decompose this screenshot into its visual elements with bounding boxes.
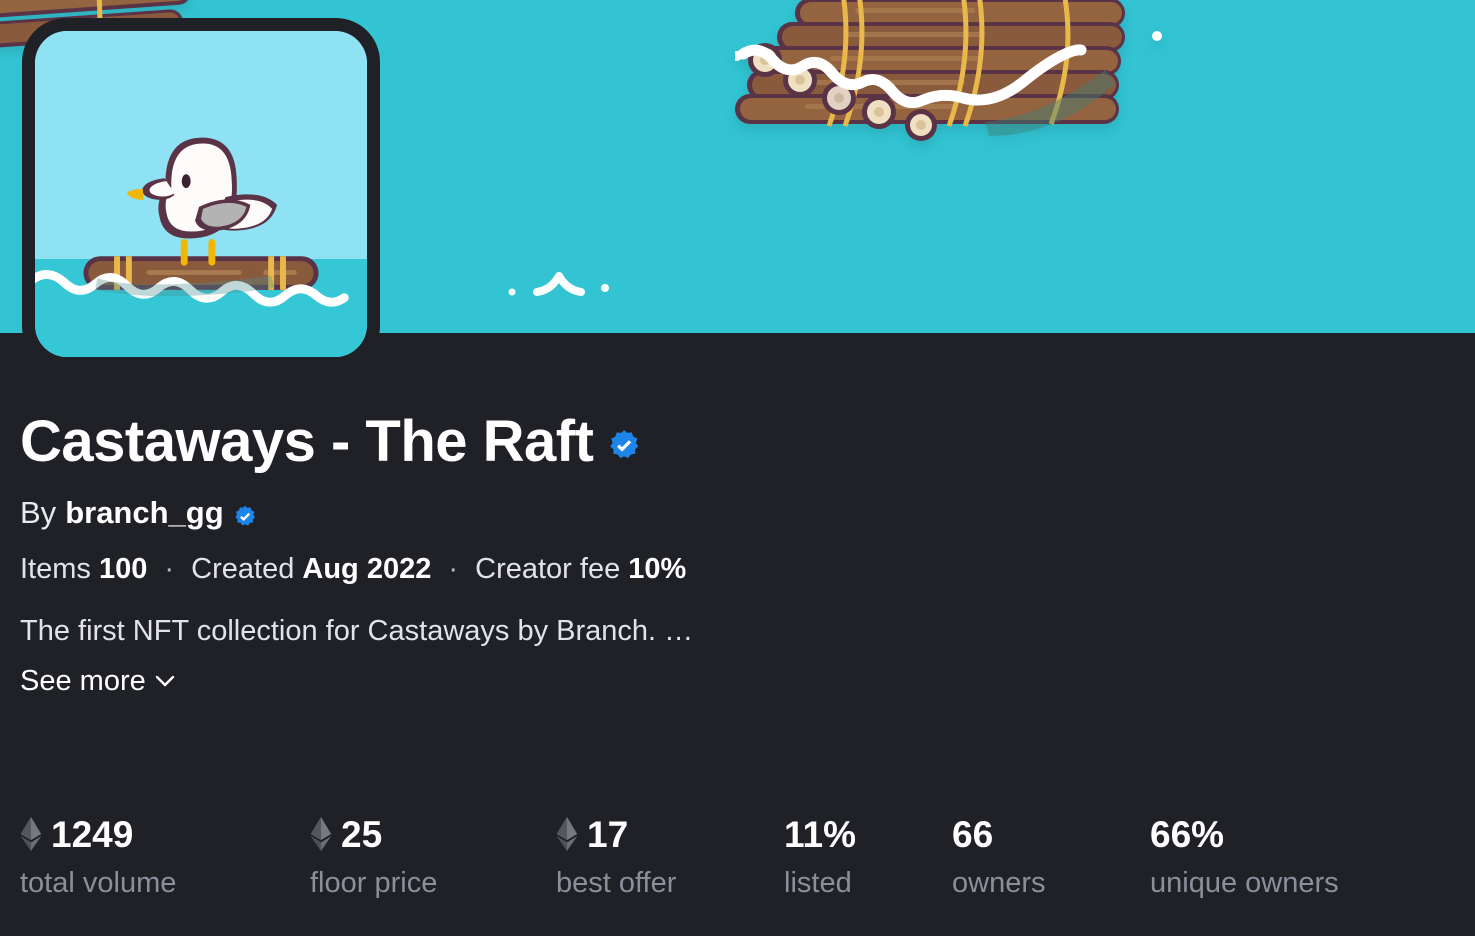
page-title: Castaways - The Raft [20, 409, 594, 474]
stat-value: 66% [1150, 813, 1225, 855]
items-value: 100 [98, 553, 148, 585]
stat-floor-price: 25 floor price [310, 812, 437, 898]
stat-value: 17 [587, 813, 629, 855]
collection-description: The first NFT collection for Castaways b… [20, 615, 694, 647]
creator-fee-label: Creator fee [475, 553, 621, 585]
collection-avatar[interactable] [22, 18, 380, 370]
stat-value-row: 11% [784, 812, 856, 856]
creator-verified-badge-icon [234, 505, 255, 526]
stat-value-row: 1249 [20, 812, 176, 856]
stat-value-row: 66 [952, 812, 1046, 856]
ethereum-icon [556, 817, 578, 851]
items-label: Items [20, 553, 91, 585]
stat-listed: 11% listed [784, 812, 856, 898]
stat-value: 66 [952, 813, 994, 855]
creator-link[interactable]: branch_gg [65, 495, 223, 531]
title-row: Castaways - The Raft [20, 413, 1475, 471]
stat-unique-owners: 66% unique owners [1150, 812, 1339, 898]
stat-best-offer: 17 best offer [556, 812, 676, 898]
avatar-image [35, 31, 367, 357]
stat-label: best offer [556, 867, 677, 899]
stat-value-row: 66% [1150, 812, 1339, 856]
stat-label: floor price [310, 867, 438, 899]
creator-byline: By branch_gg [20, 495, 1475, 531]
collection-page: Castaways - The Raft By branch_gg Items … [0, 0, 1475, 936]
meta-separator-1: · [164, 553, 175, 585]
stat-value-row: 17 [556, 812, 676, 856]
raft-illustration [735, 0, 1162, 141]
by-prefix: By [20, 495, 57, 530]
stat-value: 11% [784, 813, 857, 855]
created-value: Aug 2022 [302, 553, 432, 585]
ethereum-icon [310, 817, 332, 851]
collection-meta: Items 100 · Created Aug 2022 · Creator f… [20, 553, 1475, 586]
stat-label: total volume [20, 867, 177, 899]
collection-info: Castaways - The Raft By branch_gg Items … [0, 333, 1475, 698]
stat-value: 1249 [51, 813, 134, 855]
see-more-button[interactable]: See more [20, 665, 175, 698]
stat-label: listed [784, 867, 852, 899]
creator-fee-value: 10% [628, 553, 687, 585]
stat-label: unique owners [1150, 867, 1339, 899]
meta-separator-2: · [448, 553, 459, 585]
seagull-on-raft-icon [35, 137, 349, 307]
chevron-down-icon [155, 676, 174, 687]
ethereum-icon [20, 817, 42, 851]
collection-stats: 1249 total volume 25 floor price 17 best offe… [0, 812, 1475, 922]
stat-label: owners [952, 867, 1046, 899]
stat-owners: 66 owners [952, 812, 1046, 898]
wave-decoration-icon [508, 272, 609, 296]
created-label: Created [191, 553, 295, 585]
stat-value-row: 25 [310, 812, 437, 856]
stat-value: 25 [341, 813, 383, 855]
see-more-label: See more [20, 664, 146, 697]
verified-badge-icon [610, 430, 639, 459]
stat-total-volume: 1249 total volume [20, 812, 176, 898]
